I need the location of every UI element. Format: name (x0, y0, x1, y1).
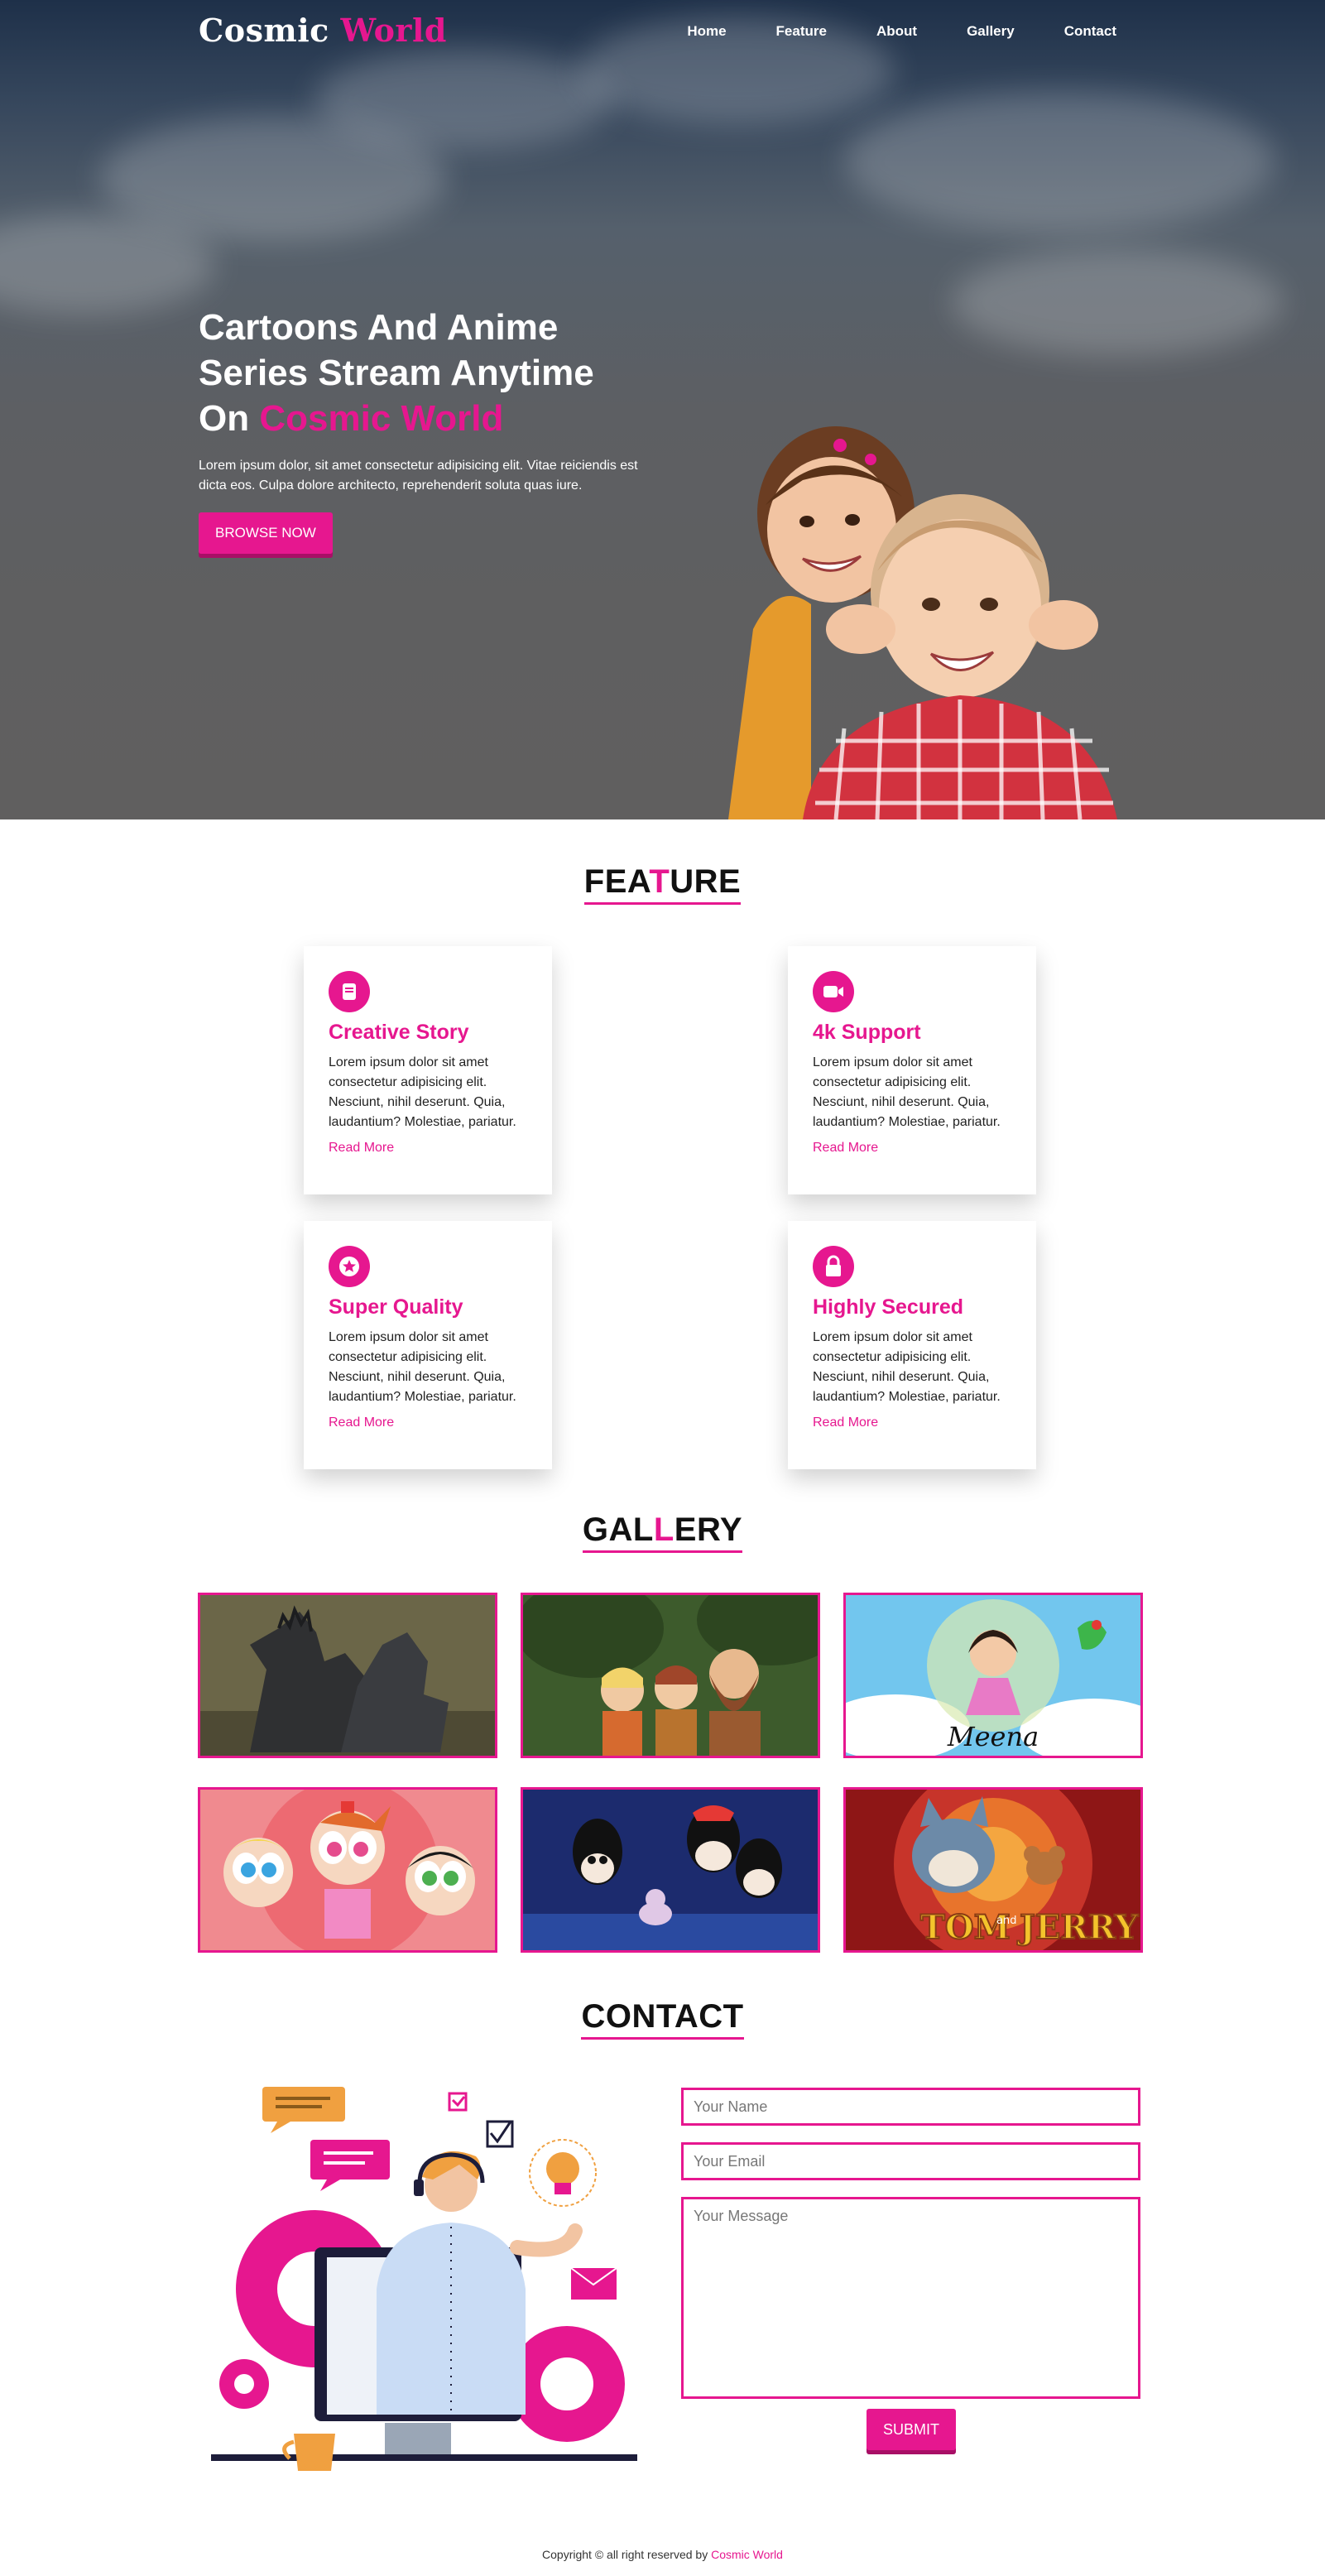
nav-gallery[interactable]: Gallery (967, 23, 1015, 40)
hero-kids-image (728, 426, 1117, 819)
hero-title-line3: On (199, 398, 250, 439)
card-text: Lorem ipsum dolor sit amet consectetur a… (329, 1330, 516, 1404)
lock-icon (813, 1246, 854, 1287)
hero-text: Cartoons And Anime Series Stream Anytime… (199, 305, 662, 554)
submit-button[interactable]: SUBMIT (867, 2409, 956, 2450)
gallery-title-part: ERY (674, 1511, 743, 1548)
hero-description: Lorem ipsum dolor, sit amet consectetur … (199, 459, 638, 493)
cavemen-image (523, 1595, 818, 1756)
feature-title-part: FEA (583, 863, 650, 900)
feature-title-inner: FEATURE (583, 863, 742, 905)
browse-now-button[interactable]: BROWSE NOW (199, 512, 333, 554)
gallery-image-cavemen[interactable] (521, 1593, 820, 1758)
nav-feature[interactable]: Feature (776, 23, 827, 40)
read-more-link[interactable]: Read More (813, 1141, 878, 1156)
feature-title-highlight: T (649, 863, 670, 900)
footer-copyright: Copyright © all right reserved by (542, 2548, 708, 2561)
card-text: Lorem ipsum dolor sit amet consectetur a… (813, 1055, 1001, 1129)
contact-title-text: CONTACT (581, 1997, 744, 2040)
meena-caption: Meena (947, 1721, 1039, 1752)
gallery-title: GALLERY (0, 1511, 1325, 1553)
gallery-title-part: GAL (582, 1511, 654, 1548)
video-camera-icon (813, 971, 854, 1012)
tom-and-jerry-image: TOM and JERRY (846, 1790, 1140, 1950)
feature-card-creative-story: Creative Story Lorem ipsum dolor sit ame… (304, 946, 552, 1194)
card-text: Lorem ipsum dolor sit amet consectetur a… (813, 1330, 1001, 1404)
and-caption: and (996, 1915, 1016, 1927)
hero-title-line2: Series Stream Anytime (199, 353, 594, 393)
hero-title-accent: Cosmic World (259, 398, 504, 439)
navbar: Cosmic World Home Feature About Gallery … (0, 0, 1325, 66)
animaniacs-image (523, 1790, 818, 1950)
message-textarea[interactable] (681, 2197, 1140, 2399)
kaiju-image (200, 1595, 495, 1756)
footer-brand-link[interactable]: Cosmic World (711, 2548, 783, 2561)
read-more-link[interactable]: Read More (329, 1141, 394, 1156)
meena-image: Meena (846, 1595, 1140, 1756)
nav-about[interactable]: About (876, 23, 917, 40)
feature-title: FEATURE (0, 863, 1325, 905)
footer: Copyright © all right reserved by Cosmic… (0, 2548, 1325, 2561)
star-icon (329, 1246, 370, 1287)
card-title: Super Quality (329, 1295, 463, 1319)
logo-part-cosmic: Cosmic (199, 12, 329, 49)
read-more-link[interactable]: Read More (329, 1415, 394, 1430)
hero-title: Cartoons And Anime Series Stream Anytime… (199, 305, 662, 441)
gallery-image-powerpuff[interactable] (198, 1787, 497, 1953)
jerry-caption: JERRY (1017, 1908, 1139, 1947)
nav-links: Home Feature About Gallery Contact (637, 23, 1116, 40)
read-more-link[interactable]: Read More (813, 1415, 878, 1430)
cloud (952, 248, 1283, 356)
feature-title-part: URE (670, 863, 742, 900)
powerpuff-image (200, 1790, 495, 1950)
gallery-image-animaniacs[interactable] (521, 1787, 820, 1953)
gallery-title-inner: GALLERY (582, 1511, 743, 1553)
hero-section: Cosmic World Home Feature About Gallery … (0, 0, 1325, 819)
customer-support-illustration (211, 2087, 637, 2471)
site-logo[interactable]: Cosmic World (199, 12, 447, 49)
nav-home[interactable]: Home (687, 23, 726, 40)
nav-contact[interactable]: Contact (1064, 23, 1116, 40)
card-title: Highly Secured (813, 1295, 963, 1319)
feature-card-4k-support: 4k Support Lorem ipsum dolor sit amet co… (788, 946, 1036, 1194)
gallery-title-highlight: L (653, 1511, 675, 1548)
gallery-image-tom-and-jerry[interactable]: TOM and JERRY (843, 1787, 1143, 1953)
card-title: Creative Story (329, 1021, 469, 1044)
gallery-image-meena[interactable]: Meena (843, 1593, 1143, 1758)
contact-title: CONTACT (0, 1997, 1325, 2040)
logo-part-world: World (340, 12, 447, 49)
card-title: 4k Support (813, 1021, 921, 1044)
book-icon (329, 971, 370, 1012)
card-text: Lorem ipsum dolor sit amet consectetur a… (329, 1055, 516, 1129)
cloud (844, 91, 1275, 232)
hero-title-line1: Cartoons And Anime (199, 307, 559, 348)
name-input[interactable] (681, 2088, 1140, 2126)
gallery-image-kaiju[interactable] (198, 1593, 497, 1758)
email-input[interactable] (681, 2142, 1140, 2180)
feature-card-highly-secured: Highly Secured Lorem ipsum dolor sit ame… (788, 1221, 1036, 1469)
feature-card-super-quality: Super Quality Lorem ipsum dolor sit amet… (304, 1221, 552, 1469)
